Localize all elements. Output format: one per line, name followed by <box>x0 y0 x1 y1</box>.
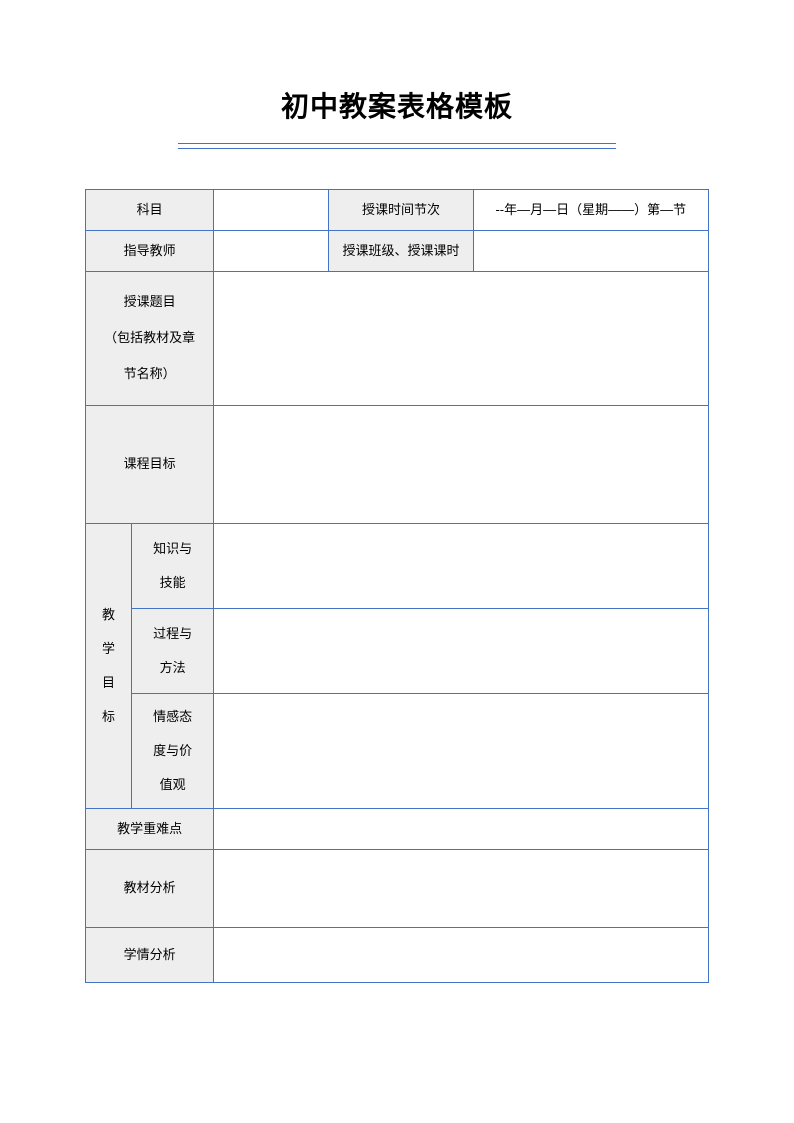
table-row: 授课题目 （包括教材及章 节名称） <box>86 271 709 405</box>
process-method-label: 过程与 方法 <box>132 608 214 693</box>
table-row: 学情分析 <box>86 927 709 982</box>
topic-value <box>214 271 709 405</box>
material-analysis-value <box>214 849 709 927</box>
teaching-goal-vertical-label: 教 学 目 标 <box>86 523 132 808</box>
key-difficult-label: 教学重难点 <box>86 808 214 849</box>
material-analysis-label: 教材分析 <box>86 849 214 927</box>
class-hours-value <box>473 230 708 271</box>
process-method-value <box>214 608 709 693</box>
page-title: 初中教案表格模板 <box>85 85 709 125</box>
class-hours-label: 授课班级、授课课时 <box>329 230 473 271</box>
table-row: 教 学 目 标 知识与 技能 <box>86 523 709 608</box>
situation-analysis-value <box>214 927 709 982</box>
key-difficult-value <box>214 808 709 849</box>
knowledge-skill-value <box>214 523 709 608</box>
table-row: 指导教师 授课班级、授课课时 <box>86 230 709 271</box>
subject-value <box>214 190 329 231</box>
table-row: 过程与 方法 <box>86 608 709 693</box>
teach-time-value: --年—月—日（星期——）第—节 <box>473 190 708 231</box>
table-row: 课程目标 <box>86 405 709 523</box>
table-row: 科目 授课时间节次 --年—月—日（星期——）第—节 <box>86 190 709 231</box>
table-row: 教学重难点 <box>86 808 709 849</box>
instructor-value <box>214 230 329 271</box>
lesson-plan-table: 科目 授课时间节次 --年—月—日（星期——）第—节 指导教师 授课班级、授课课… <box>85 189 709 983</box>
topic-label: 授课题目 （包括教材及章 节名称） <box>86 271 214 405</box>
knowledge-skill-label: 知识与 技能 <box>132 523 214 608</box>
course-goal-label: 课程目标 <box>86 405 214 523</box>
instructor-label: 指导教师 <box>86 230 214 271</box>
table-row: 情感态 度与价 值观 <box>86 693 709 808</box>
situation-analysis-label: 学情分析 <box>86 927 214 982</box>
course-goal-value <box>214 405 709 523</box>
table-row: 教材分析 <box>86 849 709 927</box>
emotion-value-value <box>214 693 709 808</box>
emotion-value-label: 情感态 度与价 值观 <box>132 693 214 808</box>
subject-label: 科目 <box>86 190 214 231</box>
title-divider <box>178 143 616 149</box>
teach-time-label: 授课时间节次 <box>329 190 473 231</box>
